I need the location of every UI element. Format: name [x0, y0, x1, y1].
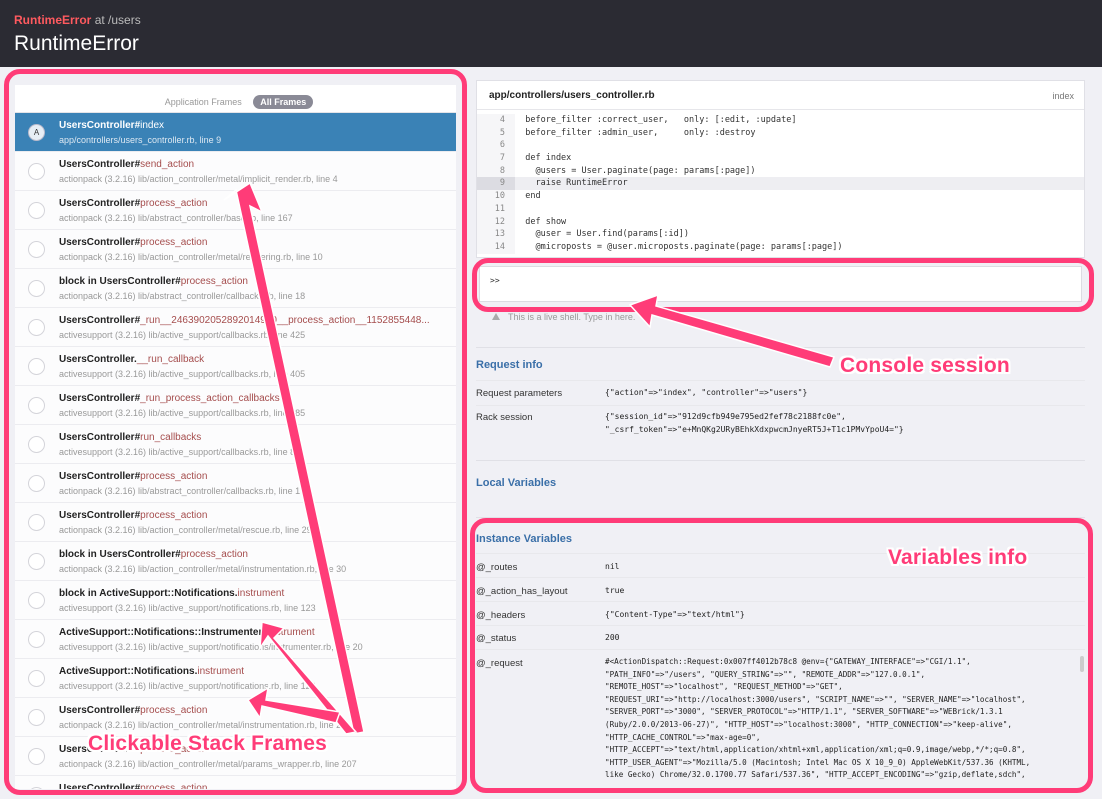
line-number: 14	[477, 240, 515, 254]
header-subtitle: RuntimeError at /users	[14, 13, 141, 27]
console-hint: This is a live shell. Type in here.	[508, 312, 636, 322]
line-number: 13	[477, 228, 515, 241]
rack-session-label: Rack session	[476, 412, 533, 423]
line-text: @user = User.find(params[:id])	[515, 229, 689, 240]
frames-highlight-box	[4, 69, 467, 795]
code-line: 14 @microposts = @user.microposts.pagina…	[477, 240, 1084, 254]
request-parameters-value: {"action"=>"index", "controller"=>"users…	[605, 388, 808, 397]
exception-class: RuntimeError	[14, 13, 92, 27]
line-number: 5	[477, 126, 515, 140]
row-divider	[476, 405, 1085, 406]
line-text: before_filter :correct_user, only: [:edi…	[515, 115, 797, 125]
source-code-panel: app/controllers/users_controller.rb inde…	[476, 80, 1085, 258]
line-number: 9	[477, 177, 515, 191]
divider	[476, 347, 1085, 348]
code-line: 7 def index	[477, 152, 1084, 165]
line-text: def show	[515, 216, 567, 227]
request-parameters-label: Request parameters	[476, 388, 563, 399]
code-line: 6	[477, 139, 1084, 153]
line-text: raise RuntimeError	[515, 178, 628, 189]
line-number: 12	[477, 215, 515, 229]
request-info-heading: Request info	[476, 359, 543, 371]
source-filename: app/controllers/users_controller.rb	[489, 90, 655, 101]
line-number: 4	[477, 114, 515, 127]
error-header: RuntimeError at /users RuntimeError	[0, 0, 1102, 67]
line-number: 8	[477, 164, 515, 178]
code-line: 10 end	[477, 190, 1084, 203]
line-text: before_filter :admin_user, only: :destro…	[515, 127, 756, 138]
rack-session-value: {"session_id"=>"912d9cfb949e795ed2fef78c…	[605, 412, 904, 434]
console-highlight-box	[472, 258, 1094, 312]
variables-info-label: Variables info	[888, 546, 1028, 569]
local-variables-heading: Local Variables	[476, 477, 557, 489]
page-title: RuntimeError	[14, 32, 139, 55]
line-number: 11	[477, 202, 515, 216]
row-divider	[476, 380, 1085, 381]
code-line: 11	[477, 202, 1084, 216]
code-line: 4 before_filter :correct_user, only: [:e…	[477, 114, 1084, 127]
divider	[476, 460, 1085, 461]
line-text: end	[515, 191, 541, 202]
code-line: 9 raise RuntimeError	[477, 177, 1084, 191]
code-line: 5 before_filter :admin_user, only: :dest…	[477, 126, 1084, 140]
line-number: 7	[477, 152, 515, 165]
line-number: 6	[477, 139, 515, 153]
method-name: index	[1052, 91, 1074, 101]
console-session-label: Console session	[840, 354, 1010, 377]
line-number: 10	[477, 190, 515, 203]
line-text: def index	[515, 153, 572, 164]
request-path: at /users	[94, 13, 141, 27]
code-line: 12 def show	[477, 215, 1084, 229]
code-line: 13 @user = User.find(params[:id])	[477, 228, 1084, 241]
line-text: @microposts = @user.microposts.paginate(…	[515, 241, 843, 252]
source-file-header: app/controllers/users_controller.rb inde…	[477, 81, 1084, 110]
code-lines: 4 before_filter :correct_user, only: [:e…	[477, 110, 1084, 254]
clickable-stack-frames-label: Clickable Stack Frames	[88, 732, 328, 755]
code-line: 8 @users = User.paginate(page: params[:p…	[477, 164, 1084, 178]
line-text: @users = User.paginate(page: params[:pag…	[515, 165, 756, 176]
warning-icon	[492, 313, 500, 320]
